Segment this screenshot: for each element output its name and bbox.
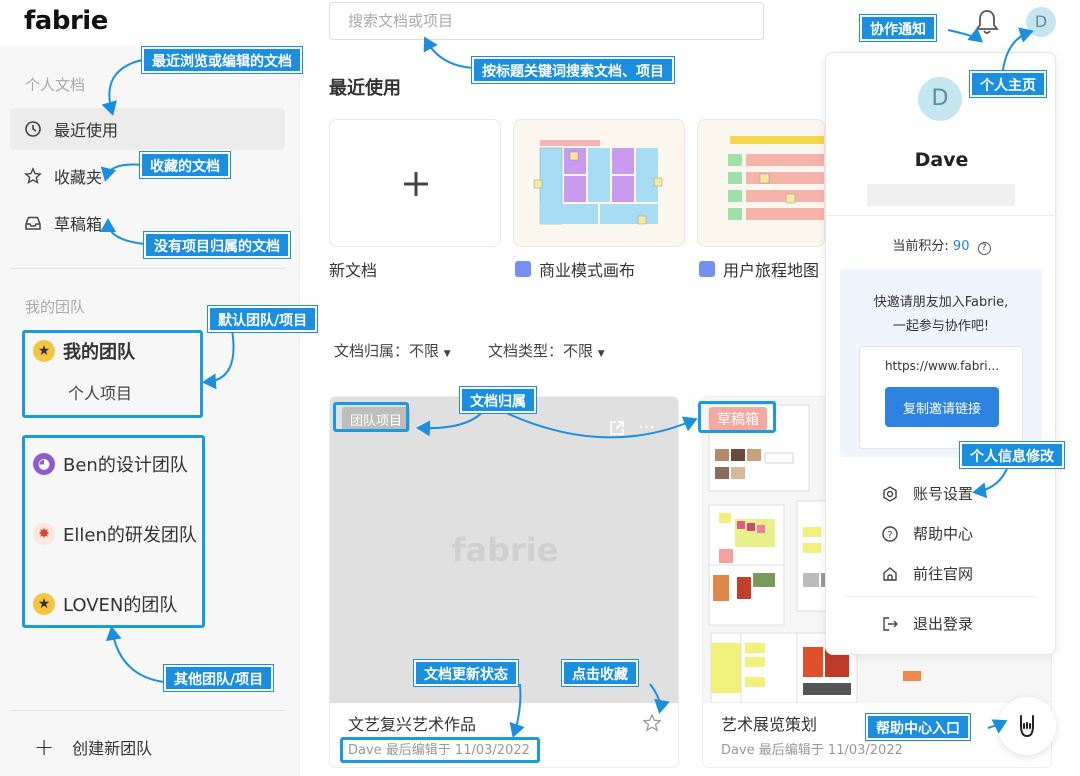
doc-title: 艺术展览策划 xyxy=(721,715,818,734)
create-team-label: 创建新团队 xyxy=(72,739,153,758)
menu-item-logout[interactable]: 退出登录 xyxy=(883,613,973,634)
template-label-canvas: 商业模式画布 xyxy=(515,257,635,281)
highlight-default-team xyxy=(22,330,203,418)
filter-type-dropdown[interactable]: 文档类型：不限 ▼ xyxy=(488,340,605,361)
callout-other-teams: 其他团队/项目 xyxy=(164,665,274,691)
highlight-doc-meta xyxy=(340,737,540,763)
panel-divider xyxy=(826,215,1057,216)
menu-item-account-settings[interactable]: 账号设置 xyxy=(883,483,973,504)
avatar[interactable]: D xyxy=(1026,7,1056,37)
callout-doc-status: 文档更新状态 xyxy=(414,660,518,686)
doc-title: 文艺复兴艺术作品 xyxy=(348,715,477,734)
personal-section-title: 个人文档 xyxy=(25,76,86,94)
copy-invite-link-button[interactable]: 复制邀请链接 xyxy=(885,387,999,427)
callout-no-project: 没有项目归属的文档 xyxy=(144,232,290,258)
template-label-new: 新文档 xyxy=(329,261,378,280)
plus-icon: + xyxy=(34,733,55,761)
callout-default-team: 默认团队/项目 xyxy=(208,306,318,332)
invite-text: 快邀请朋友加入Fabrie, 一起参与协作吧! xyxy=(873,295,1009,334)
callout-profile-page: 个人主页 xyxy=(970,71,1046,97)
app-logo[interactable]: fabrie xyxy=(24,6,108,36)
invite-url[interactable]: https://www.fabri... xyxy=(860,359,1024,373)
callout-search-hint: 按标题关键词搜索文档、项目 xyxy=(472,57,674,83)
help-center-button[interactable] xyxy=(998,697,1056,755)
watermark-logo: fabrie xyxy=(451,531,559,569)
callout-help-entry: 帮助中心入口 xyxy=(866,714,970,740)
highlight-other-teams xyxy=(22,435,205,628)
filter-owner-dropdown[interactable]: 文档归属：不限 ▼ xyxy=(334,340,451,361)
help-circle-icon: ? xyxy=(881,525,899,543)
search-input[interactable] xyxy=(329,2,764,40)
more-icon[interactable]: ··· xyxy=(638,417,655,438)
logout-icon xyxy=(881,615,899,633)
create-team-button[interactable]: + 创建新团队 xyxy=(34,733,152,761)
callout-favorites: 收藏的文档 xyxy=(140,152,230,178)
favorite-star-icon[interactable] xyxy=(642,713,662,733)
rock-hand-icon xyxy=(1020,715,1034,738)
sidebar-divider xyxy=(10,710,285,711)
menu-item-official-site[interactable]: 前往官网 xyxy=(883,563,973,584)
invite-panel: 快邀请朋友加入Fabrie, 一起参与协作吧! https://www.fabr… xyxy=(840,269,1042,457)
template-user-journey[interactable] xyxy=(697,119,825,247)
profile-email-redacted xyxy=(867,184,1015,206)
star-icon xyxy=(24,167,42,185)
recent-title: 最近使用 xyxy=(329,78,401,99)
menu-item-help-center[interactable]: ? 帮助中心 xyxy=(882,523,973,544)
callout-profile-edit: 个人信息修改 xyxy=(960,442,1064,468)
points-row: 当前积分: 90 ? xyxy=(826,235,1057,255)
caret-down-icon: ▼ xyxy=(443,349,451,359)
profile-name: Dave xyxy=(914,149,969,171)
avatar[interactable]: D xyxy=(918,77,962,121)
caret-down-icon: ▼ xyxy=(597,349,605,359)
doc-card[interactable]: fabrie 团队项目 ··· 文艺复兴艺术作品 Dave 最后编辑于 11/0… xyxy=(329,396,679,768)
sidebar-item-label: 最近使用 xyxy=(54,121,119,140)
clock-icon xyxy=(24,120,42,138)
callout-notifications: 协作通知 xyxy=(860,15,936,41)
board-icon xyxy=(515,261,531,277)
canvas-thumbnail-icon xyxy=(533,140,663,225)
home-icon xyxy=(881,565,899,583)
help-circle-icon: ? xyxy=(977,242,991,255)
template-new-doc[interactable] xyxy=(329,119,501,247)
sidebar-divider xyxy=(10,268,285,269)
sidebar-item-label: 草稿箱 xyxy=(54,215,103,234)
sidebar-item-recent[interactable]: 最近使用 xyxy=(10,108,285,150)
doc-thumbnail: fabrie xyxy=(330,397,678,703)
settings-icon xyxy=(881,485,899,503)
template-business-canvas[interactable] xyxy=(513,119,685,247)
board-icon xyxy=(699,261,715,277)
journey-thumbnail-icon xyxy=(728,136,824,220)
open-external-icon[interactable] xyxy=(608,419,626,437)
callout-recent-docs: 最近浏览或编辑的文档 xyxy=(142,47,302,73)
panel-divider xyxy=(846,596,1036,597)
highlight-team-badge xyxy=(333,402,409,432)
callout-doc-owner: 文档归属 xyxy=(460,387,536,413)
points-value: 90 xyxy=(952,239,970,254)
plus-icon xyxy=(404,172,428,196)
callout-click-fav: 点击收藏 xyxy=(562,660,638,686)
template-label-journey: 用户旅程地图 xyxy=(699,257,819,281)
profile-dropdown: D Dave 当前积分: 90 ? 快邀请朋友加入Fabrie, 一起参与协作吧… xyxy=(825,52,1057,655)
invite-link-box: https://www.fabri... 复制邀请链接 xyxy=(859,346,1023,449)
team-section-title: 我的团队 xyxy=(25,298,86,316)
highlight-draft-badge xyxy=(698,401,776,433)
bell-icon[interactable] xyxy=(974,8,1000,36)
svg-text:?: ? xyxy=(887,530,892,541)
sidebar-item-label: 收藏夹 xyxy=(54,168,103,187)
inbox-icon xyxy=(24,214,42,232)
